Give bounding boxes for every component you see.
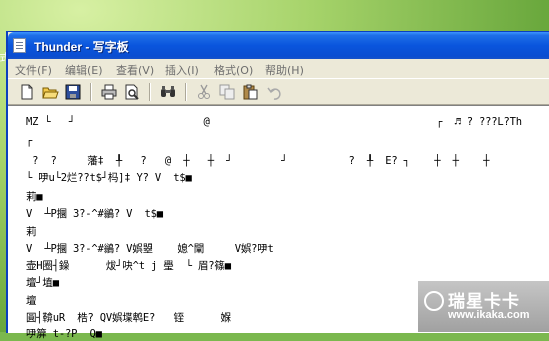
copy-icon[interactable] <box>218 83 236 101</box>
document-line: ┌ <box>26 135 33 147</box>
toolbar-separator <box>90 83 92 101</box>
paste-icon[interactable] <box>241 83 259 101</box>
document-line: V ┴P攌 3?-^#鶲? V t$■ <box>26 208 163 220</box>
document-line: 吚箳 t-?P Q■ <box>26 328 102 340</box>
menu-help[interactable]: 帮助(H) <box>265 62 304 78</box>
document-line: MZ └ ┘ @ ┌ ♬ ? ???L?Th <box>26 116 522 128</box>
watermark-url: www.ikaka.com <box>448 309 530 321</box>
document-line: 壇┘埴■ <box>26 277 59 289</box>
title-bar[interactable]: Thunder - 写字板 <box>8 32 549 59</box>
menu-edit[interactable]: 编辑(E) <box>65 62 103 78</box>
menu-insert[interactable]: 插入(I) <box>165 62 199 78</box>
menu-bar: 文件(F) 编辑(E) 查看(V) 插入(I) 格式(O) 帮助(H) <box>8 59 549 78</box>
document-line: 莉■ <box>26 191 43 203</box>
document-line: ? ? 藩‡ ╀ ? @ ┼ ┼ ┘ ┘ ? ╀ E? ┐ ┼ ┼ ┼ <box>26 155 490 167</box>
find-icon[interactable] <box>159 83 177 101</box>
menu-format[interactable]: 格式(O) <box>214 62 253 78</box>
document-line: 莉 <box>26 226 37 238</box>
toolbar-separator <box>149 83 151 101</box>
ikaka-logo-icon <box>424 291 444 311</box>
toolbar <box>8 78 549 105</box>
watermark: 瑞星卡卡 www.ikaka.com <box>418 281 549 332</box>
cut-icon[interactable] <box>195 83 213 101</box>
document-line: └ 吚u└2烂??t$┘杩]‡ Y? V t$■ <box>26 172 192 184</box>
open-icon[interactable] <box>41 83 59 101</box>
print-icon[interactable] <box>100 83 118 101</box>
menu-file[interactable]: 文件(F) <box>15 62 52 78</box>
menu-view[interactable]: 查看(V) <box>116 62 154 78</box>
new-icon[interactable] <box>18 83 36 101</box>
document-line: 圓┤鞥uR 梏? QV娯堞鹎E? 铚 媬 <box>26 312 231 324</box>
undo-icon[interactable] <box>266 83 284 101</box>
save-icon[interactable] <box>64 83 82 101</box>
toolbar-separator <box>185 83 187 101</box>
wordpad-app-icon[interactable] <box>13 38 26 53</box>
document-line: 壇 <box>26 295 37 307</box>
window-title: Thunder - 写字板 <box>34 40 129 54</box>
print-preview-icon[interactable] <box>123 83 141 101</box>
document-line: 壶H圈┤鐰 炦┘吷^t j 璺 └ 眉?篠■ <box>26 260 231 272</box>
document-line: V ┴P攌 3?-^#鶲? V娯曌 媳^闡 V娯?吚t <box>26 243 274 255</box>
